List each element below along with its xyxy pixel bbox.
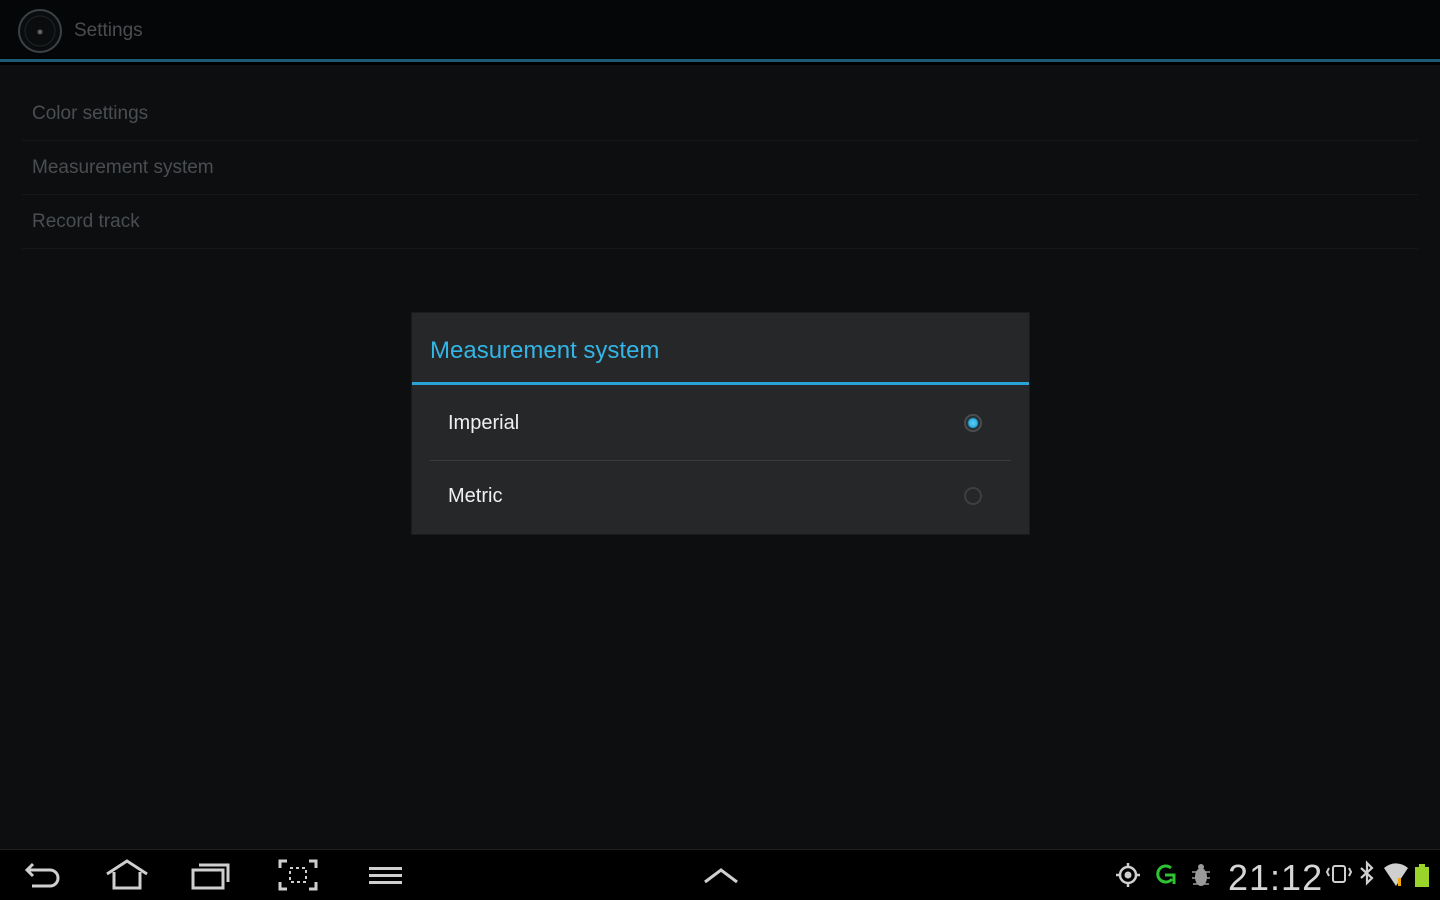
dialog-header: Measurement system — [412, 313, 1029, 385]
preference-record-track[interactable]: Record track — [22, 195, 1418, 249]
speedometer-icon[interactable] — [17, 8, 63, 54]
option-label: Metric — [448, 485, 503, 507]
bluetooth-icon — [1360, 860, 1374, 886]
preference-label: Color settings — [32, 103, 149, 124]
option-label: Imperial — [448, 412, 520, 434]
preference-color-settings[interactable]: Color settings — [22, 87, 1418, 141]
radio-button-unchecked[interactable] — [964, 487, 982, 505]
back-icon[interactable] — [24, 858, 64, 892]
gps-icon — [1116, 863, 1140, 887]
page-title: Settings — [74, 20, 143, 41]
debug-icon — [1192, 864, 1210, 886]
menu-icon[interactable] — [367, 858, 405, 892]
wifi-icon — [1384, 863, 1408, 886]
screenshot-icon[interactable] — [277, 858, 319, 892]
action-bar: Settings — [0, 0, 1440, 62]
option-metric[interactable]: Metric — [412, 461, 1029, 534]
radio-button-checked[interactable] — [964, 414, 982, 432]
system-bar: 21:12 — [0, 849, 1440, 900]
clock: 21:12 — [1228, 857, 1324, 898]
chevron-up-icon[interactable] — [702, 858, 740, 892]
dialog-title: Measurement system — [430, 337, 660, 364]
recent-apps-icon[interactable] — [190, 858, 232, 892]
sync-icon — [1156, 864, 1176, 884]
preference-label: Measurement system — [32, 157, 214, 178]
preference-label: Record track — [32, 211, 140, 232]
home-icon[interactable] — [104, 858, 150, 892]
measurement-system-dialog: Measurement system Imperial Metric — [412, 313, 1029, 534]
preference-list: Color settings Measurement system Record… — [22, 87, 1418, 249]
option-imperial[interactable]: Imperial — [412, 388, 1029, 461]
vibrate-icon — [1325, 865, 1353, 883]
preference-measurement-system[interactable]: Measurement system — [22, 141, 1418, 195]
battery-icon — [1415, 864, 1429, 887]
screen: Settings Color settings Measurement syst… — [0, 0, 1440, 900]
